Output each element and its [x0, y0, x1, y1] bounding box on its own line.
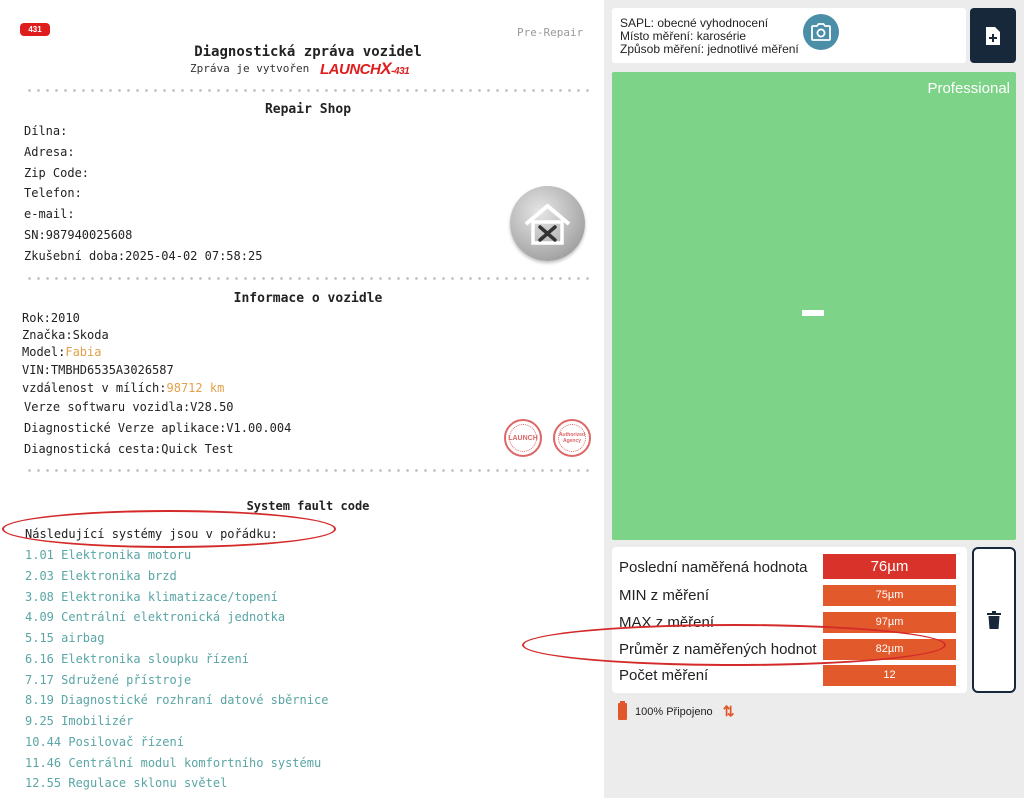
delete-button[interactable]: [972, 547, 1016, 693]
min-label: MIN z měření: [619, 587, 710, 604]
system-list-item: 9.25 Imobilizér: [25, 714, 134, 728]
divider: [25, 469, 589, 472]
system-list-item: 10.44 Posilovač řízení: [25, 735, 184, 749]
report-subtitle: Zpráva je vytvořen: [190, 62, 310, 75]
measure-method-info: Způsob měření: jednotlivé měření: [620, 42, 799, 56]
last-value: 76µm: [823, 554, 956, 579]
system-list-item: 8.19 Diagnostické rozhraní datové sběrni…: [25, 693, 329, 707]
vehicle-row-diag-path: Diagnostická cesta:Quick Test: [24, 442, 234, 456]
add-document-icon: [986, 26, 1000, 45]
annotation-circle: [2, 510, 336, 548]
system-list-item: 6.16 Elektronika sloupku řízení: [25, 652, 249, 666]
vehicle-row-model: Model:Fabia: [22, 345, 102, 359]
mode-label: Professional: [927, 80, 1010, 97]
sapl-info: SAPL: obecné vyhodnocení: [620, 16, 769, 30]
measure-location-info: Místo měření: karosérie: [620, 29, 747, 43]
vehicle-row-software: Verze softwaru vozidla:V28.50: [24, 400, 234, 414]
measurement-display: Professional: [612, 72, 1016, 540]
system-list-item: 7.17 Sdružené přístroje: [25, 673, 192, 687]
vehicle-info-heading: Informace o vozidle: [233, 291, 383, 306]
annotation-circle: [522, 624, 946, 666]
transfer-arrows-icon: ⇅: [722, 703, 735, 719]
launch-logo: LAUNCHX-431: [320, 59, 410, 78]
brand-badge: 431: [20, 23, 50, 36]
system-list-item: 4.09 Centrální elektronická jednotka: [25, 610, 286, 624]
shop-row: e-mail:: [24, 207, 75, 221]
shop-row: Adresa:: [24, 145, 75, 159]
diagnostic-report: 431 Pre-Repair Diagnostická zpráva vozid…: [0, 0, 604, 798]
system-list-item: 11.46 Centrální modul komfortního systém…: [25, 756, 322, 770]
battery-level: 100%: [635, 705, 664, 718]
system-list-item: 3.08 Elektronika klimatizace/topení: [25, 590, 278, 604]
divider: [25, 277, 589, 280]
camera-icon: [811, 23, 831, 41]
last-value-label: Poslední naměřená hodnota: [619, 559, 808, 576]
system-list-item: 5.15 airbag: [25, 631, 105, 645]
repair-shop-heading: Repair Shop: [264, 102, 352, 117]
connection-text: Připojeno: [666, 705, 713, 718]
battery-icon: [618, 701, 627, 720]
launch-stamp: LAUNCH: [504, 419, 542, 457]
system-list-item: 12.55 Regulace sklonu světel: [25, 776, 228, 790]
shop-row-sn: SN:987940025608: [24, 228, 133, 242]
measurement-info-card: SAPL: obecné vyhodnocení Místo měření: k…: [612, 8, 966, 63]
report-title: Diagnostická zpráva vozidel: [194, 44, 422, 60]
shop-row: Dílna:: [24, 124, 68, 138]
count-label: Počet měření: [619, 667, 709, 684]
system-list-item: 2.03 Elektronika brzd: [25, 569, 177, 583]
add-report-button[interactable]: [970, 8, 1016, 63]
pre-repair-label: Pre-Repair: [517, 26, 584, 39]
repair-shop-icon: [510, 186, 585, 261]
display-value-placeholder: [802, 310, 824, 316]
measurement-summary: Poslední naměřená hodnota 76µm MIN z měř…: [612, 547, 967, 693]
vehicle-row-vin: VIN:TMBHD6535A3026587: [22, 363, 174, 377]
vehicle-row-app-version: Diagnostické Verze aplikace:V1.00.004: [24, 421, 292, 435]
connection-status: 100% Připojeno ⇅: [618, 701, 735, 720]
count-value: 12: [823, 665, 956, 686]
authorized-agency-stamp: Authorized Agency: [553, 419, 591, 457]
divider: [25, 89, 589, 92]
vehicle-row-make: Značka:Skoda: [22, 328, 109, 342]
shop-row: Zip Code:: [24, 166, 90, 180]
measurement-app: SAPL: obecné vyhodnocení Místo měření: k…: [604, 0, 1024, 798]
fault-code-heading: System fault code: [246, 499, 370, 513]
vehicle-row-distance: vzdálenost v mílích:98712 km: [22, 381, 225, 395]
shop-row-test-time: Zkušební doba:2025-04-02 07:58:25: [24, 249, 263, 263]
camera-button[interactable]: [803, 14, 839, 50]
shop-row: Telefon:: [24, 186, 82, 200]
min-value: 75µm: [823, 585, 956, 606]
vehicle-row-year: Rok:2010: [22, 311, 80, 325]
system-list-item: 1.01 Elektronika motoru: [25, 548, 192, 562]
trash-icon: [987, 611, 1001, 629]
